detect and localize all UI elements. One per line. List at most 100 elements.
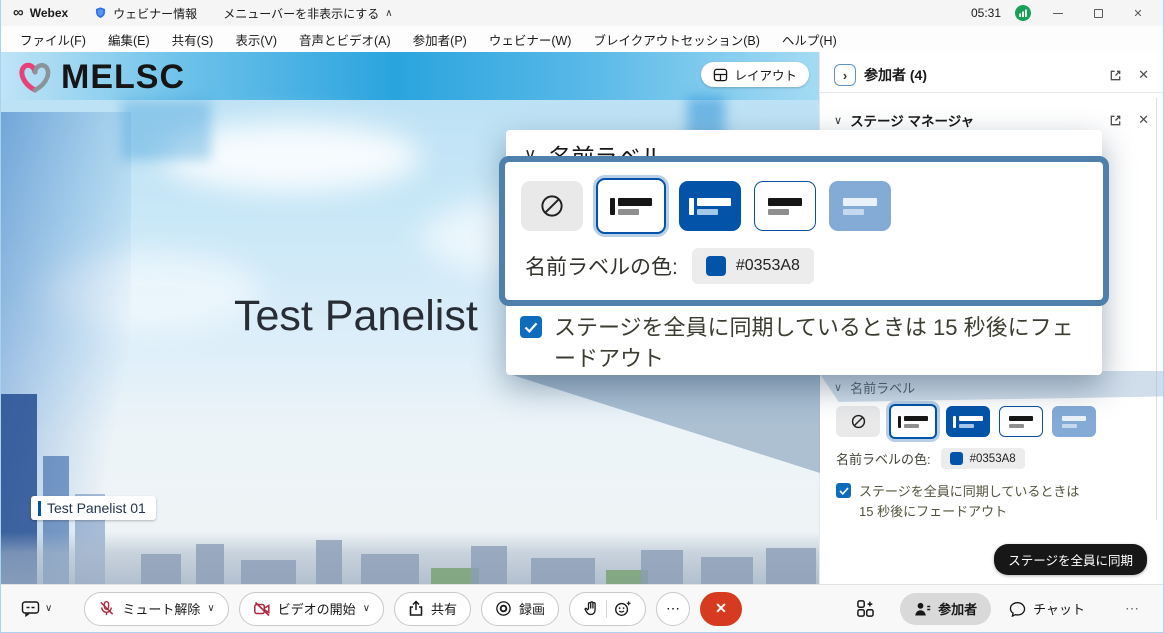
name-label-color-row: 名前ラベルの色: #0353A8 [836,448,1025,469]
check-icon [839,487,849,495]
check-icon [524,322,538,333]
label-style-translucent-option[interactable] [1052,406,1096,437]
webinar-info-label: ウェビナー情報 [113,5,197,22]
participants-panel-title: 参加者 (4) [864,65,927,85]
panel-scrollbar[interactable] [1156,98,1157,520]
menu-share[interactable]: 共有(S) [161,26,225,52]
toolbar-overflow-button[interactable]: ⋯ [1121,600,1143,617]
color-swatch [950,452,963,465]
more-options-button[interactable]: ⋯ [656,592,690,626]
city-skyline [1,532,821,584]
divider [606,600,607,618]
chat-panel-toggle[interactable]: チャット [1001,599,1093,618]
minimize-button[interactable] [1045,4,1071,22]
menu-breakout[interactable]: ブレイクアウトセッション(B) [582,26,770,52]
titlebar: ∞ Webex ウェビナー情報 メニューバーを非表示にする ∧ 05:31 [1,0,1163,26]
share-screen-icon [408,600,424,617]
menu-participants[interactable]: 参加者(P) [402,26,478,52]
closed-captions-icon [21,600,40,617]
color-swatch [706,256,726,276]
label-style-translucent-option[interactable] [829,181,891,231]
label-style-accent-light-option-selected[interactable] [596,178,666,234]
label-style-plain-option[interactable] [754,181,816,231]
chevron-right-icon: › [843,68,847,83]
participants-label: 参加者 [938,599,977,618]
minimize-icon [1053,13,1063,14]
video-name-label: Test Panelist 01 [31,496,156,520]
menu-view[interactable]: 表示(V) [224,26,288,52]
start-video-button[interactable]: ビデオの開始 ∨ [239,592,384,626]
pop-out-icon[interactable] [1109,69,1122,82]
brand-name: MELSC [61,58,185,97]
chevron-down-icon: ∨ [834,381,842,394]
watercolor-blob [121,100,211,160]
label-style-none-option[interactable] [521,181,583,231]
reactions-group [569,592,646,626]
close-panel-icon[interactable]: ✕ [1138,67,1149,83]
sync-stage-button[interactable]: ステージを全員に同期 [994,544,1147,575]
name-label-color-label: 名前ラベルの色: [525,251,678,281]
blocked-icon [539,193,565,219]
shield-icon [94,6,107,20]
camera-off-icon [253,601,271,617]
participants-panel-header: › 参加者 (4) ✕ [820,60,1163,90]
captions-button[interactable]: ∨ [21,600,52,617]
name-label-section-title: 名前ラベル [850,378,915,397]
apps-icon[interactable] [856,599,876,618]
label-style-accent-filled-option[interactable] [946,406,990,437]
layout-button-label: レイアウト [734,65,797,84]
mic-muted-icon [98,600,115,617]
pop-out-icon[interactable] [1109,114,1122,127]
menu-file[interactable]: ファイル(F) [9,26,97,52]
label-style-accent-light-option-selected[interactable] [889,404,937,439]
record-label: 録画 [519,599,545,618]
unmute-button[interactable]: ミュート解除 ∨ [84,592,228,626]
panel-divider [820,92,1163,93]
app-name: Webex [30,6,68,20]
share-button[interactable]: 共有 [394,592,471,626]
blocked-icon [850,413,867,430]
participants-panel-toggle[interactable]: 参加者 [900,593,991,625]
menu-edit[interactable]: 編集(E) [97,26,161,52]
raise-hand-icon[interactable] [583,600,599,617]
name-label-section-header[interactable]: ∨ 名前ラベル [820,372,1163,402]
hide-menubar-button[interactable]: メニューバーを非表示にする ∧ [223,5,392,22]
name-label-color-picker[interactable]: #0353A8 [941,448,1025,469]
layout-button[interactable]: レイアウト [701,62,809,87]
melsc-heart-icon [15,60,55,96]
stage-participant-name: Test Panelist [234,292,478,341]
maximize-button[interactable] [1085,4,1111,22]
reactions-smiley-icon[interactable] [614,600,632,617]
menu-audio-video[interactable]: 音声とビデオ(A) [288,26,402,52]
webex-window: ∞ Webex ウェビナー情報 メニューバーを非表示にする ∧ 05:31 [0,0,1164,633]
chevron-down-icon: ∨ [45,603,52,614]
color-hex-value: #0353A8 [970,453,1016,465]
fade-out-label: ステージを全員に同期しているときは 15 秒後にフェードアウト [554,312,1086,374]
menu-webinar[interactable]: ウェビナー(W) [478,26,583,52]
webinar-info-button[interactable]: ウェビナー情報 [94,5,197,22]
magnified-fade-out-setting: ステージを全員に同期しているときは 15 秒後にフェードアウト [520,312,1086,374]
fade-out-checkbox[interactable] [836,483,851,498]
chevron-down-icon: ∨ [207,603,214,614]
share-label: 共有 [431,599,457,618]
close-panel-icon[interactable]: ✕ [1138,112,1149,128]
menu-help[interactable]: ヘルプ(H) [771,26,848,52]
name-label-color-picker[interactable]: #0353A8 [692,248,814,284]
meeting-timer: 05:31 [971,6,1001,20]
label-style-none-option[interactable] [836,406,880,437]
label-style-accent-filled-option[interactable] [679,181,741,231]
unmute-label: ミュート解除 [122,599,200,618]
chat-label: チャット [1033,599,1085,618]
record-button[interactable]: 録画 [481,592,559,626]
hide-menubar-label: メニューバーを非表示にする [223,5,379,22]
start-video-label: ビデオの開始 [278,599,356,618]
label-style-plain-option[interactable] [999,406,1043,437]
magnifier-highlight-box: 名前ラベルの色: #0353A8 [499,156,1109,306]
stage-manager-title: ステージ マネージャ [850,110,974,130]
close-icon: ✕ [715,600,727,617]
collapse-panel-button[interactable]: › [834,64,856,86]
close-window-button[interactable]: ✕ [1125,4,1151,22]
name-label-accent-bar [38,501,41,516]
fade-out-checkbox[interactable] [520,316,542,338]
leave-webinar-button[interactable]: ✕ [700,592,742,626]
